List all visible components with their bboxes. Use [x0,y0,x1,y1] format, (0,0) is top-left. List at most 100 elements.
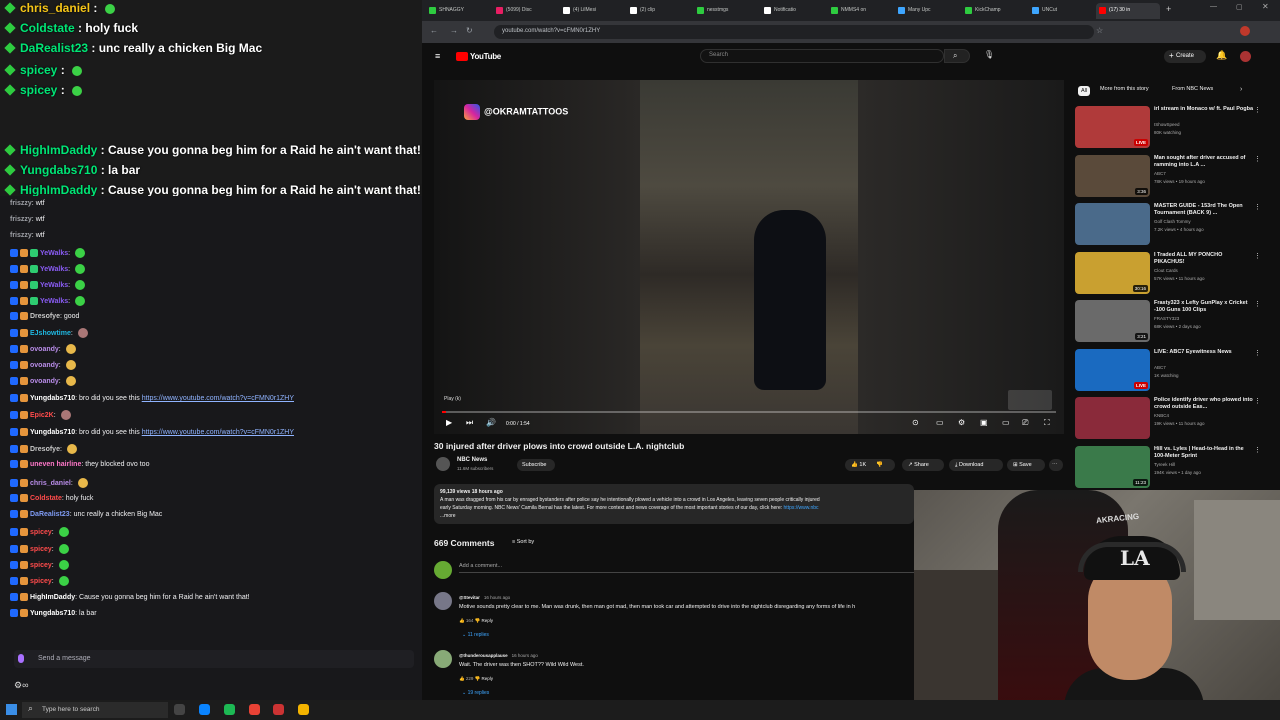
kebab-menu-icon[interactable]: ⋮ [1254,106,1261,114]
browser-tab[interactable]: Notificatio [761,3,825,19]
chat-username[interactable]: YeWalks [40,250,68,257]
forward-icon[interactable]: → [450,26,458,35]
cast-icon[interactable]: ⎚ [1022,418,1028,428]
profile-avatar[interactable] [1240,26,1250,36]
recommended-title[interactable]: Police identify driver who plowed into c… [1154,397,1254,411]
chat-username[interactable]: EJshowtime [30,330,71,337]
chat-username[interactable]: Yungdabs710 [30,395,75,402]
recommended-channel[interactable]: ABC7 [1154,365,1166,370]
bookmark-star-icon[interactable]: ☆ [1096,26,1103,35]
chat-username[interactable]: ovoandy [30,362,59,369]
chat-username[interactable]: spicey [30,546,52,553]
recommended-channel[interactable]: FRASTY323 [1154,316,1179,321]
spotify-icon[interactable] [224,704,235,715]
chat-emote-icon[interactable] [18,654,24,663]
recommended-video[interactable]: LIVE LIVE: ABC7 Eyewitness News ABC7 1K wat… [1075,348,1265,393]
chat-username[interactable]: ovoandy [30,378,59,385]
settings-icon[interactable]: ⚙ [958,418,965,427]
obs-icon[interactable] [273,704,284,715]
recommended-video[interactable]: 11:23 Hill vs. Lyles | Head-to-Head in th… [1075,445,1265,490]
more-actions-button[interactable]: ⋯ [1049,459,1063,471]
chrome-icon[interactable] [249,704,260,715]
taskbar-search[interactable]: Type here to search [22,702,168,718]
chat-username[interactable]: ovoandy [30,346,59,353]
browser-tab[interactable]: KickChamp [962,3,1026,19]
comment-like-icon[interactable]: 👍 [459,676,466,681]
chat-username[interactable]: Coldstate [30,495,62,502]
chips-next-icon[interactable]: › [1240,86,1242,93]
task-view-icon[interactable] [174,704,185,715]
youtube-logo-text[interactable]: YouTube [470,52,501,61]
chat-settings-icon[interactable]: ⚙∞ [14,680,28,691]
video-player[interactable]: @OKRAMTATTOOS Play (k) ▶ ⏭ 🔊 0:00 / 1:54… [434,80,1064,434]
subscribe-button[interactable]: Subscribe [517,459,555,471]
browser-tab[interactable]: (5099) Disc [493,3,557,19]
browser-tab[interactable]: nesstmgs [694,3,758,19]
video-thumbnail[interactable]: LIVE [1075,348,1150,391]
video-thumbnail[interactable] [1075,203,1150,245]
chat-username[interactable]: uneven hairline [30,461,81,468]
kebab-menu-icon[interactable]: ⋮ [1254,300,1261,308]
sort-button[interactable]: ≡ Sort by [512,539,534,545]
autoplay-toggle[interactable]: ⊙ [912,418,919,427]
browser-tab[interactable]: (2) clip [627,3,691,19]
chat-username[interactable]: DaRealist23 [30,511,70,518]
volume-icon[interactable]: 🔊 [486,418,496,427]
chrome-active-icon[interactable] [298,704,309,715]
chat-username[interactable]: spicey [30,578,52,585]
comment-like-icon[interactable]: 👍 [459,618,466,623]
chat-username[interactable]: friszzy [10,232,32,239]
chat-username[interactable]: Dresofye [30,313,60,320]
youtube-logo-icon[interactable] [456,52,468,61]
fullscreen-icon[interactable]: ⛶ [1044,418,1050,428]
share-button[interactable]: ↗ Share [902,459,944,471]
download-button[interactable]: ⤓ Download [949,459,1003,471]
kebab-menu-icon[interactable]: ⋮ [1254,397,1261,405]
start-icon[interactable] [6,704,17,715]
filter-chip[interactable]: More from this story [1100,86,1149,96]
maximize-icon[interactable]: ▢ [1236,3,1243,11]
create-button[interactable]: + Create [1164,50,1206,63]
chat-username[interactable]: YeWalks [40,298,68,305]
next-icon[interactable]: ⏭ [466,418,473,428]
browser-tab[interactable]: NMMS4 on [828,3,892,19]
video-thumbnail[interactable]: 3:21 [1075,300,1150,342]
more-link[interactable]: ...more [440,512,908,520]
menu-icon[interactable]: ≡ [435,51,440,61]
add-comment-input[interactable]: Add a comment... [459,563,914,573]
recommended-channel[interactable]: Golf Clash Tommy [1154,219,1191,224]
chat-link[interactable]: https://www.youtube.com/watch?v=cFMN0r1Z… [142,429,294,436]
recommended-title[interactable]: Frasty323 x Lefty GunPlay x Cricket -100… [1154,300,1254,314]
account-avatar[interactable] [1240,51,1251,62]
reply-button[interactable]: Reply [481,676,493,681]
search-input[interactable]: Search [700,49,944,63]
chat-username[interactable]: Yungdabs710 [30,610,75,617]
filter-chip[interactable]: All [1078,86,1091,96]
browser-tab[interactable]: (17) 30 in [1096,3,1160,19]
comment-handle[interactable]: @Stevitar [459,595,480,600]
recommended-title[interactable]: I Traded ALL MY PONCHO PIKACHUS! [1154,252,1254,266]
kebab-menu-icon[interactable]: ⋮ [1254,252,1261,260]
browser-tab[interactable]: UNCut [1029,3,1093,19]
recommended-channel[interactable]: ABC7 [1154,171,1166,176]
comment-handle[interactable]: @thunderousapplause [459,653,508,658]
recommended-title[interactable]: irl stream in Monaco w/ ft. Paul Pogba [1154,106,1254,113]
new-tab-icon[interactable]: + [1166,4,1171,14]
chat-username[interactable]: HighImDaddy [30,594,75,601]
chat-username[interactable]: Yungdabs710 [30,429,75,436]
recommended-channel[interactable]: IShowSpeed [1154,122,1180,127]
like-button[interactable]: 👍 1K 👎 [845,459,895,471]
kebab-menu-icon[interactable]: ⋮ [1254,203,1261,211]
description-link[interactable]: https://www.nbc [784,505,819,511]
chat-username[interactable]: friszzy [10,200,32,207]
mic-icon[interactable]: 🎙 [984,50,994,59]
recommended-title[interactable]: Hill vs. Lyles | Head-to-Head in the 100… [1154,446,1254,460]
filter-chip[interactable]: From NBC News [1172,86,1213,96]
recommended-title[interactable]: Man sought after driver accused of rammi… [1154,155,1254,169]
recommended-video[interactable]: 3:36 Man sought after driver accused of r… [1075,154,1265,199]
browser-tab[interactable]: (4) LilMesi [560,3,624,19]
subtitles-icon[interactable]: ▭ [936,418,944,427]
kebab-menu-icon[interactable]: ⋮ [1254,446,1261,454]
recommended-video[interactable]: 30:16 I Traded ALL MY PONCHO PIKACHUS! Clo… [1075,251,1265,296]
bell-icon[interactable]: 🔔 [1216,50,1227,61]
